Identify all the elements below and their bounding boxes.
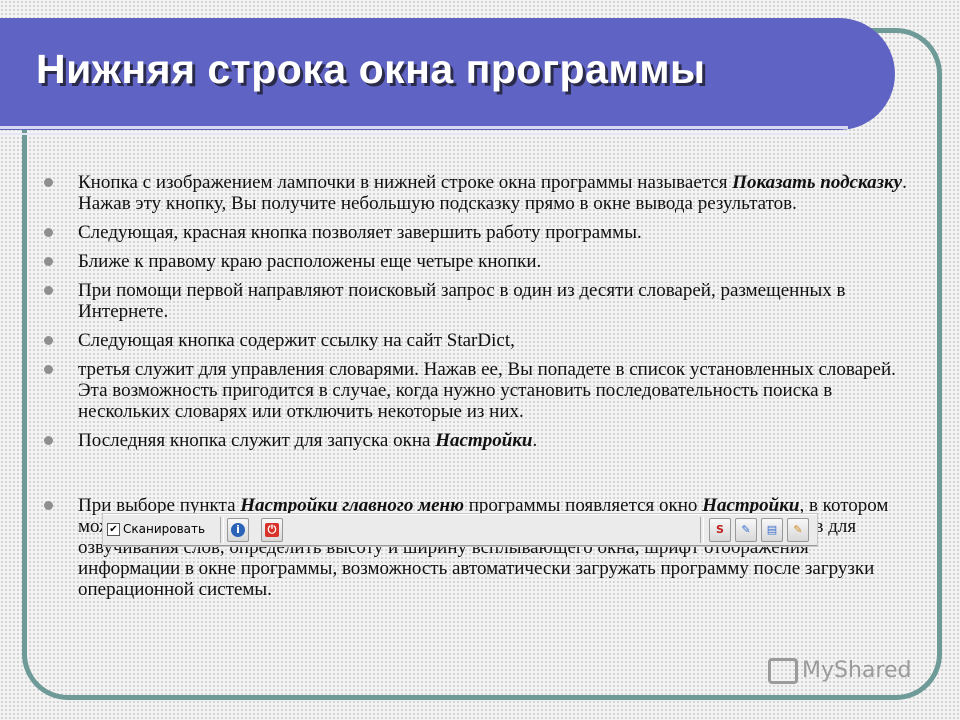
bullet-item: Следующая кнопка содержит ссылку на сайт… xyxy=(42,330,912,351)
bullet-icon xyxy=(44,436,53,445)
bullet-icon xyxy=(44,286,53,295)
scan-checkbox-label: Сканировать xyxy=(123,522,206,536)
quit-button[interactable]: ⏻ xyxy=(261,518,283,542)
bullet-icon xyxy=(44,228,53,237)
web-search-button[interactable]: S xyxy=(709,518,731,542)
program-status-bar-screenshot: ✔ Сканировать i ⏻ S ✎ ▤ ✎ xyxy=(103,514,817,546)
watermark: MyShared xyxy=(768,658,911,684)
bullet-item: Кнопка с изображением лампочки в нижней … xyxy=(42,172,912,214)
info-icon: i xyxy=(231,523,245,537)
preferences-icon: ✎ xyxy=(793,523,803,536)
bullet-icon xyxy=(44,365,53,374)
dictionary-link-icon: ✎ xyxy=(741,523,751,536)
watermark-logo-icon xyxy=(768,658,798,684)
bullet-icon xyxy=(44,257,53,266)
preferences-button[interactable]: ✎ xyxy=(787,518,809,542)
dictionaries-manager-icon: ▤ xyxy=(766,523,778,536)
title-underline xyxy=(0,126,848,129)
bullet-icon xyxy=(44,501,53,510)
slide-title: Нижняя строка окна программы xyxy=(36,46,706,92)
bullet-item: При помощи первой направляют поисковый з… xyxy=(42,280,912,322)
status-separator xyxy=(220,517,224,543)
bullet-item: При выборе пункта Настройки главного мен… xyxy=(42,495,912,600)
bullet-item: Следующая, красная кнопка позволяет заве… xyxy=(42,222,912,243)
scan-checkbox[interactable]: ✔ xyxy=(107,523,120,536)
bullet-icon xyxy=(44,178,53,187)
manage-dictionaries-button[interactable]: ▤ xyxy=(761,518,783,542)
stardict-website-button[interactable]: ✎ xyxy=(735,518,757,542)
bullet-item: Ближе к правому краю расположены еще чет… xyxy=(42,251,912,272)
title-underline-secondary xyxy=(0,133,848,135)
bullet-item: Последняя кнопка служит для запуска окна… xyxy=(42,430,912,451)
show-hint-button[interactable]: i xyxy=(227,518,249,542)
bullet-icon xyxy=(44,336,53,345)
bullet-item: третья служит для управления словарями. … xyxy=(42,359,912,422)
power-icon: ⏻ xyxy=(265,523,279,537)
status-separator xyxy=(700,517,704,543)
web-search-icon: S xyxy=(716,523,724,536)
